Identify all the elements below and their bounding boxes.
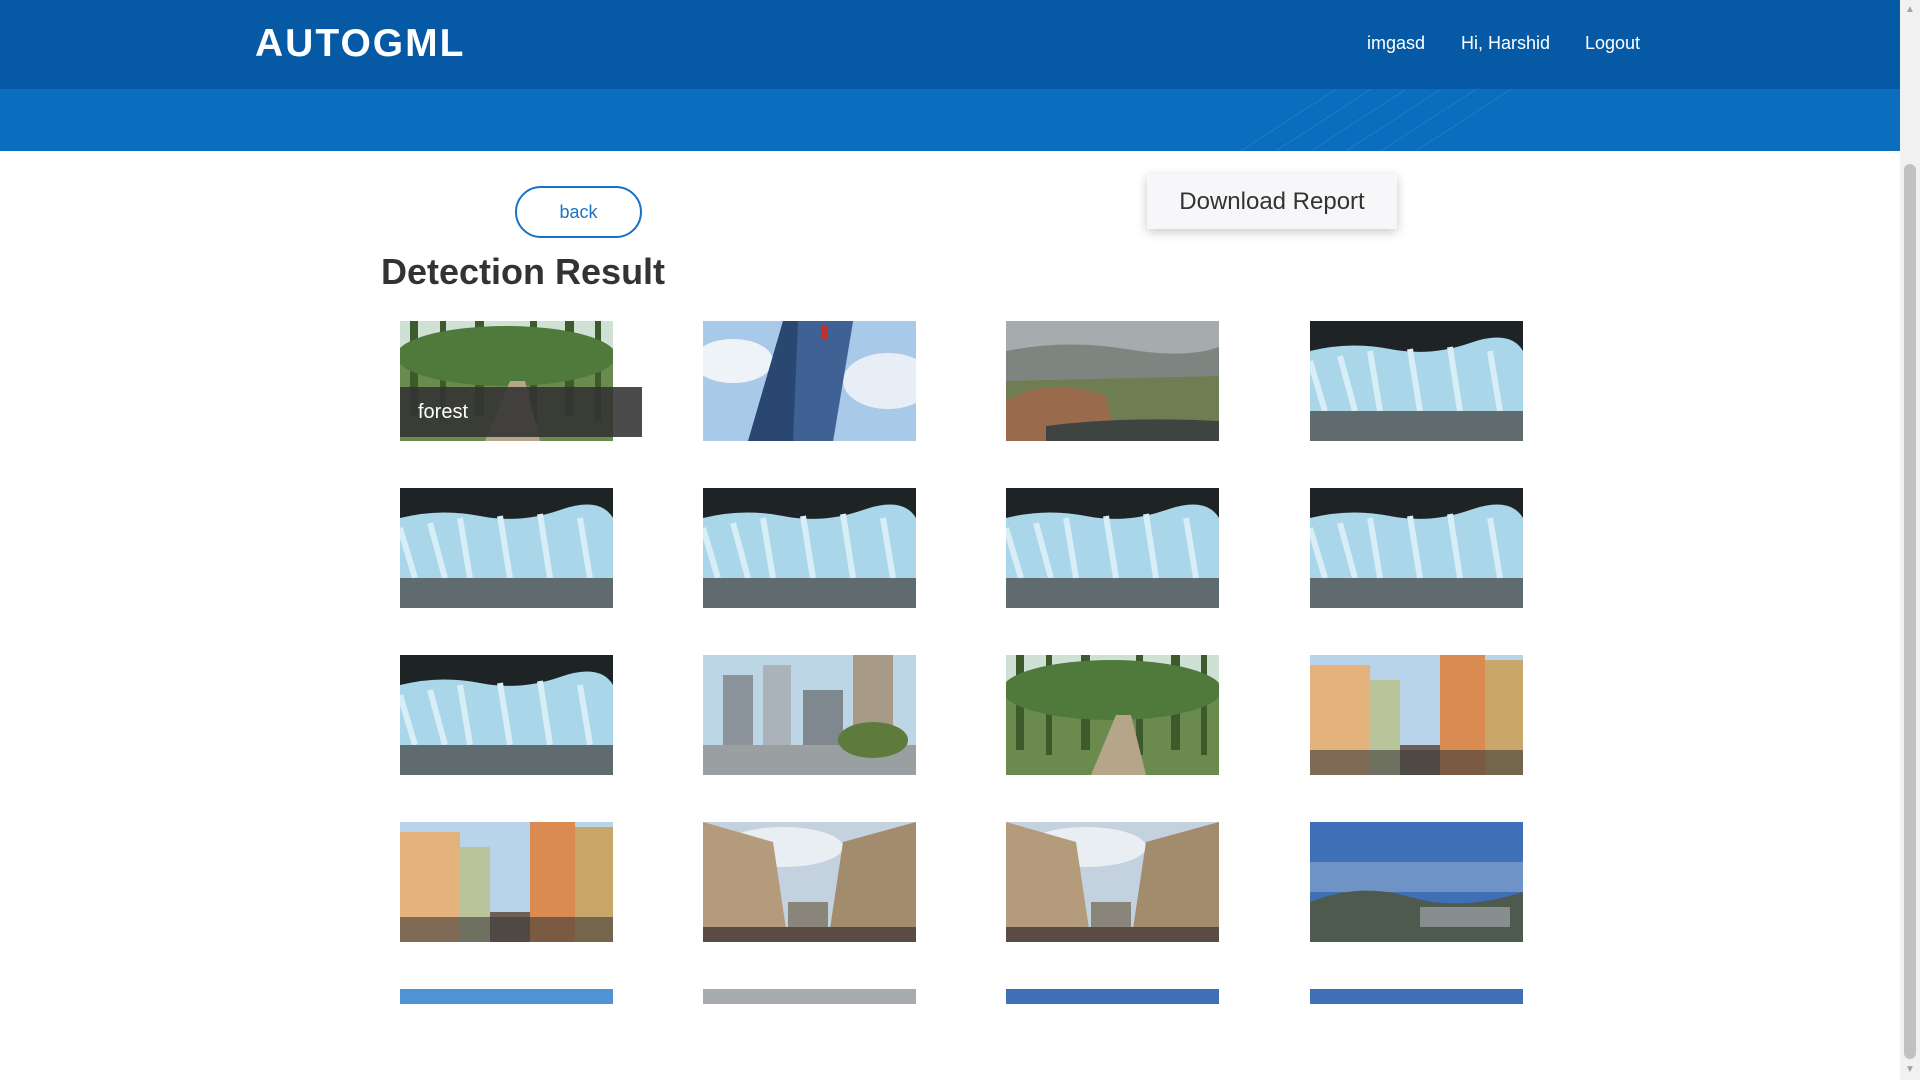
- scroll-thumb[interactable]: [1904, 164, 1916, 1059]
- header-banner: [0, 89, 1900, 151]
- thumbnail-image: [1006, 989, 1219, 1004]
- scroll-up-arrow-icon[interactable]: ▲: [1900, 0, 1920, 20]
- thumbnail-image: [703, 822, 916, 942]
- thumbnail-image: [400, 989, 613, 1004]
- thumbnail-image: [1006, 655, 1219, 775]
- thumbnail-image: [400, 655, 613, 775]
- scroll-down-arrow-icon[interactable]: ▼: [1900, 1060, 1920, 1080]
- gallery-thumbnail[interactable]: [1006, 321, 1219, 441]
- thumbnail-image: [400, 822, 613, 942]
- top-navbar: AUTOGML imgasd Hi, Harshid Logout: [0, 0, 1900, 89]
- gallery-thumbnail[interactable]: [400, 822, 613, 942]
- thumbnail-image: [703, 655, 916, 775]
- thumbnail-image: [400, 488, 613, 608]
- thumbnail-image: [703, 321, 916, 441]
- thumbnail-image: [1310, 822, 1523, 942]
- gallery-thumbnail[interactable]: [1006, 989, 1219, 1004]
- thumbnail-image: [1310, 488, 1523, 608]
- gallery-thumbnail[interactable]: [1310, 989, 1523, 1004]
- thumbnail-image: [1310, 989, 1523, 1004]
- gallery-thumbnail[interactable]: [703, 989, 916, 1004]
- gallery-thumbnail[interactable]: [400, 488, 613, 608]
- gallery-thumbnail[interactable]: [1006, 488, 1219, 608]
- gallery-thumbnail[interactable]: [1310, 655, 1523, 775]
- class-label-overlay: forest: [400, 387, 642, 437]
- nav-logout[interactable]: Logout: [1585, 33, 1640, 54]
- gallery-thumbnail[interactable]: [1310, 321, 1523, 441]
- gallery-thumbnail[interactable]: [400, 655, 613, 775]
- thumbnail-image: [1006, 488, 1219, 608]
- gallery-thumbnail[interactable]: [1310, 822, 1523, 942]
- thumbnail-image: [703, 989, 916, 1004]
- gallery-thumbnail[interactable]: [703, 655, 916, 775]
- gallery-thumbnail[interactable]: [703, 822, 916, 942]
- thumbnail-image: [703, 488, 916, 608]
- back-button[interactable]: back: [515, 186, 642, 238]
- gallery-thumbnail[interactable]: [400, 989, 613, 1004]
- brand-logo[interactable]: AUTOGML: [255, 22, 465, 66]
- thumbnail-image: [1006, 822, 1219, 942]
- thumbnail-image: [1310, 321, 1523, 441]
- download-report-button[interactable]: Download Report: [1147, 174, 1397, 229]
- gallery-thumbnail[interactable]: [1006, 655, 1219, 775]
- gallery-thumbnail[interactable]: [1006, 822, 1219, 942]
- nav-greeting[interactable]: Hi, Harshid: [1461, 33, 1550, 54]
- page-title: Detection Result: [381, 251, 666, 292]
- gallery-thumbnail[interactable]: [703, 488, 916, 608]
- thumbnail-image: [1310, 655, 1523, 775]
- gallery-thumbnail[interactable]: [1310, 488, 1523, 608]
- gallery-thumbnail[interactable]: [703, 321, 916, 441]
- thumbnail-image: [1006, 321, 1219, 441]
- nav-link-imgasd[interactable]: imgasd: [1367, 33, 1425, 54]
- vertical-scrollbar[interactable]: ▲ ▼: [1900, 0, 1920, 1080]
